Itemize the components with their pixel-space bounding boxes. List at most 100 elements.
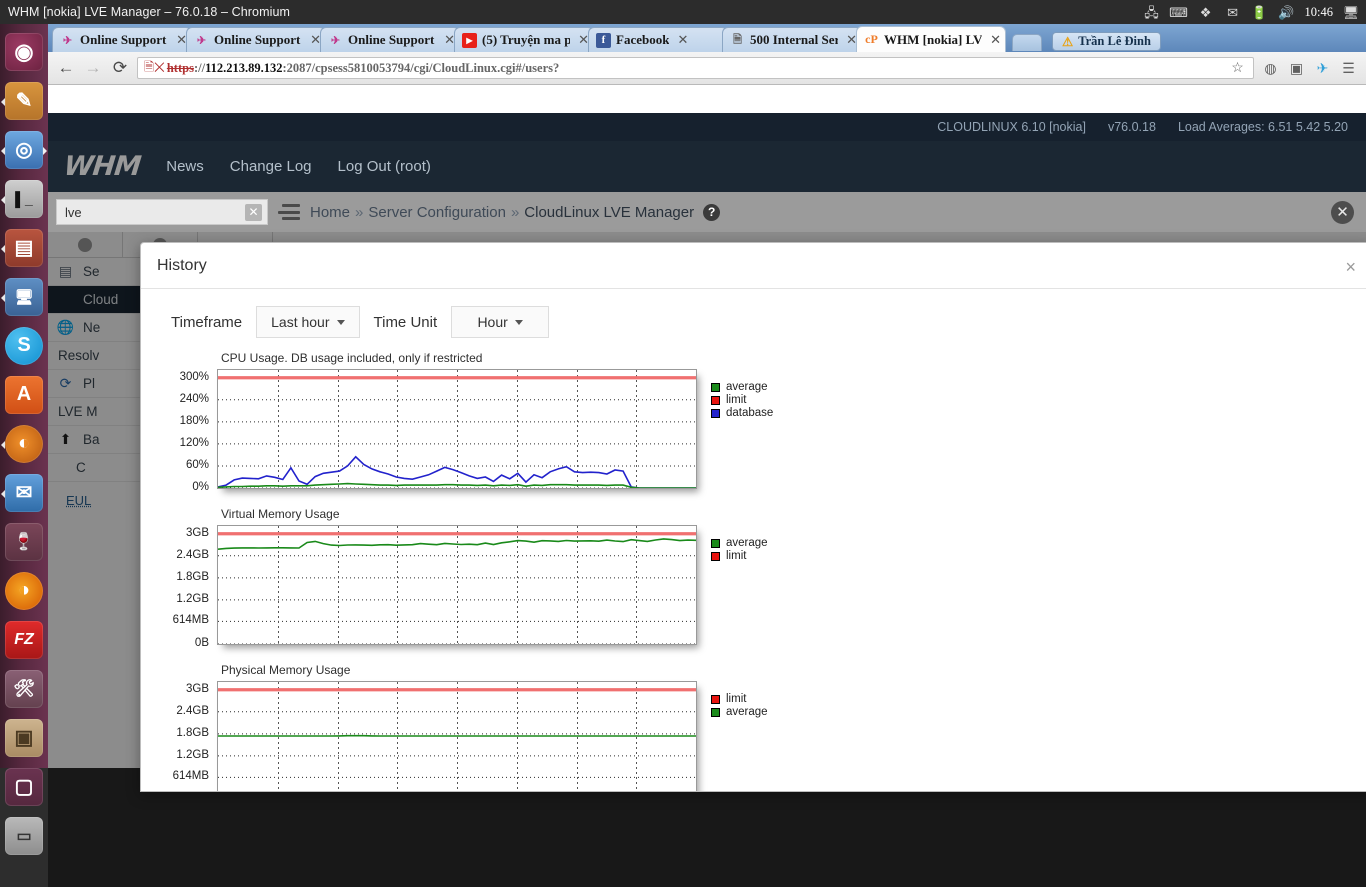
bookmark-star-icon[interactable]: ☆: [1228, 60, 1247, 77]
launcher-item-firefox[interactable]: ◑: [0, 566, 48, 615]
battery-icon[interactable]: 🔋: [1251, 4, 1269, 20]
running-pip-icon: [1, 294, 5, 302]
extension-icon[interactable]: ◍: [1261, 60, 1280, 77]
launcher-item-files[interactable]: ▤: [0, 223, 48, 272]
launcher-item-thunderbird[interactable]: ✉: [0, 468, 48, 517]
legend-item: average: [711, 537, 768, 550]
reload-icon[interactable]: ⟳: [110, 58, 130, 78]
breadcrumb-section[interactable]: Server Configuration: [368, 204, 506, 221]
network-icon[interactable]: 🖧: [1143, 4, 1161, 20]
timeframe-dropdown[interactable]: Last hour: [256, 306, 359, 338]
help-icon[interactable]: ?: [703, 204, 720, 221]
y-axis-cpu: 0%60%120%180%240%300%: [159, 369, 217, 489]
mail-icon[interactable]: ✉: [1224, 4, 1242, 20]
menu-toggle-icon[interactable]: [278, 204, 300, 220]
volume-icon[interactable]: 🔊: [1278, 4, 1296, 20]
search-input[interactable]: [65, 205, 259, 220]
browser-tab-1[interactable]: ✈ Online Support - ✕: [52, 27, 192, 52]
launcher-item-system-tools[interactable]: 🛠: [0, 664, 48, 713]
breadcrumb-home[interactable]: Home: [310, 204, 350, 221]
browser-tab-2[interactable]: ✈ Online Support - ✕: [186, 27, 326, 52]
chromium-window: ✈ Online Support - ✕ ✈ Online Support - …: [48, 24, 1366, 768]
back-icon[interactable]: ←: [56, 58, 76, 78]
browser-tab-4[interactable]: ▶ (5) Truyện ma ph ✕: [454, 27, 594, 52]
new-tab-button[interactable]: [1012, 34, 1042, 51]
close-icon[interactable]: ✕: [677, 32, 688, 48]
launcher-item-notes[interactable]: ✎: [0, 76, 48, 125]
browser-tab-5[interactable]: f Facebook ✕: [588, 27, 728, 52]
close-page-icon[interactable]: ✕: [1331, 201, 1354, 224]
nav-link-log-out[interactable]: Log Out (root): [338, 158, 431, 175]
address-bar[interactable]: 🗎✕ https://112.213.89.132:2087/cpsess581…: [137, 57, 1254, 79]
launcher-item-chromium[interactable]: ◎: [0, 125, 48, 174]
launcher-item-ubuntu-dash[interactable]: ◉: [0, 27, 48, 76]
system-tray: 🖧 ⌨ ❖ ✉ 🔋 🔊 10:46 🖥: [1143, 0, 1366, 24]
keyboard-icon[interactable]: ⌨: [1170, 4, 1188, 20]
browser-profile-chip[interactable]: ⚠ Trần Lê Đinh: [1052, 32, 1161, 51]
close-icon[interactable]: ×: [1345, 257, 1356, 278]
tab-label: Facebook: [616, 32, 669, 48]
plot-cpu[interactable]: [217, 369, 697, 489]
url-separator: ://: [194, 61, 205, 76]
launcher-item-trash[interactable]: ▭: [0, 811, 48, 860]
plot-pmem[interactable]: [217, 681, 697, 792]
y-axis-pmem: 0B614MB1.2GB1.8GB2.4GB3GB: [159, 681, 217, 792]
launcher-item-wine[interactable]: 🍷: [0, 517, 48, 566]
launcher-item-archive-manager[interactable]: ▣: [0, 713, 48, 762]
menu-icon[interactable]: ☰: [1339, 60, 1358, 77]
launcher-item-workspace-switcher[interactable]: ▢: [0, 762, 48, 811]
browser-tab-6[interactable]: 🗎 500 Internal Ser ✕: [722, 27, 862, 52]
clear-search-icon[interactable]: ✕: [245, 204, 262, 221]
time-unit-label: Time Unit: [374, 314, 438, 331]
nav-link-news[interactable]: News: [166, 158, 204, 175]
unity-launcher: ◉ ✎ ◎ ▌_ ▤ 🖥 S A ◐ ✉ 🍷 ◑ FZ 🛠 ▣ ▢ ▭: [0, 24, 48, 768]
launcher-item-filezilla[interactable]: FZ: [0, 615, 48, 664]
launcher-item-remote-desktop[interactable]: 🖥: [0, 272, 48, 321]
launcher-item-skype[interactable]: S: [0, 321, 48, 370]
forward-icon[interactable]: →: [83, 58, 103, 78]
legend-item: average: [711, 706, 768, 719]
terminal-icon: ▌_: [5, 180, 43, 218]
launcher-item-firefox-dev[interactable]: ◐: [0, 419, 48, 468]
cast-icon[interactable]: ▣: [1287, 60, 1306, 77]
chart-cpu-usage: CPU Usage. DB usage included, only if re…: [159, 351, 1366, 489]
y-tick-label: 614MB: [173, 770, 217, 782]
filezilla-icon: FZ: [5, 621, 43, 659]
chart-title: Physical Memory Usage: [221, 663, 1366, 677]
ubuntu-software-icon: A: [5, 376, 43, 414]
input-method-icon[interactable]: ❖: [1197, 4, 1215, 20]
legend-item: limit: [711, 693, 768, 706]
y-tick-label: 614MB: [173, 614, 217, 626]
legend-swatch-database: [711, 409, 720, 418]
clock[interactable]: 10:46: [1305, 5, 1333, 20]
legend-label: database: [726, 407, 773, 420]
whm-logo[interactable]: WHM: [62, 151, 142, 182]
y-tick-label: 180%: [180, 415, 217, 427]
plot-vmem[interactable]: [217, 525, 697, 645]
insecure-ssl-icon[interactable]: 🗎✕: [144, 58, 165, 79]
legend-label: limit: [726, 394, 746, 407]
notes-icon: ✎: [5, 82, 43, 120]
chart-svg: [218, 526, 696, 644]
browser-tab-7-active[interactable]: cP WHM [nokia] LV ✕: [856, 26, 1006, 52]
legend-label: limit: [726, 550, 746, 563]
legend-label: average: [726, 537, 768, 550]
time-unit-dropdown[interactable]: Hour: [451, 306, 549, 338]
search-box[interactable]: ✕: [56, 199, 268, 225]
legend-cpu: averagelimitdatabase: [711, 369, 773, 420]
session-menu-icon[interactable]: 🖥: [1342, 4, 1360, 20]
telegram-icon[interactable]: ✈: [1313, 60, 1332, 77]
nav-link-change-log[interactable]: Change Log: [230, 158, 312, 175]
workspace-switcher-icon: ▢: [5, 768, 43, 806]
facebook-icon: f: [596, 33, 611, 48]
y-tick-label: 1.8GB: [176, 727, 217, 739]
tab-strip: ✈ Online Support - ✕ ✈ Online Support - …: [48, 24, 1366, 52]
launcher-item-terminal[interactable]: ▌_: [0, 174, 48, 223]
close-icon[interactable]: ✕: [990, 32, 1001, 48]
y-axis-vmem: 0B614MB1.2GB1.8GB2.4GB3GB: [159, 525, 217, 645]
breadcrumb-current: CloudLinux LVE Manager: [524, 204, 694, 221]
launcher-item-ubuntu-software[interactable]: A: [0, 370, 48, 419]
running-pip-icon: [1, 245, 5, 253]
browser-tab-3[interactable]: ✈ Online Support - ✕: [320, 27, 460, 52]
legend-item: limit: [711, 550, 768, 563]
